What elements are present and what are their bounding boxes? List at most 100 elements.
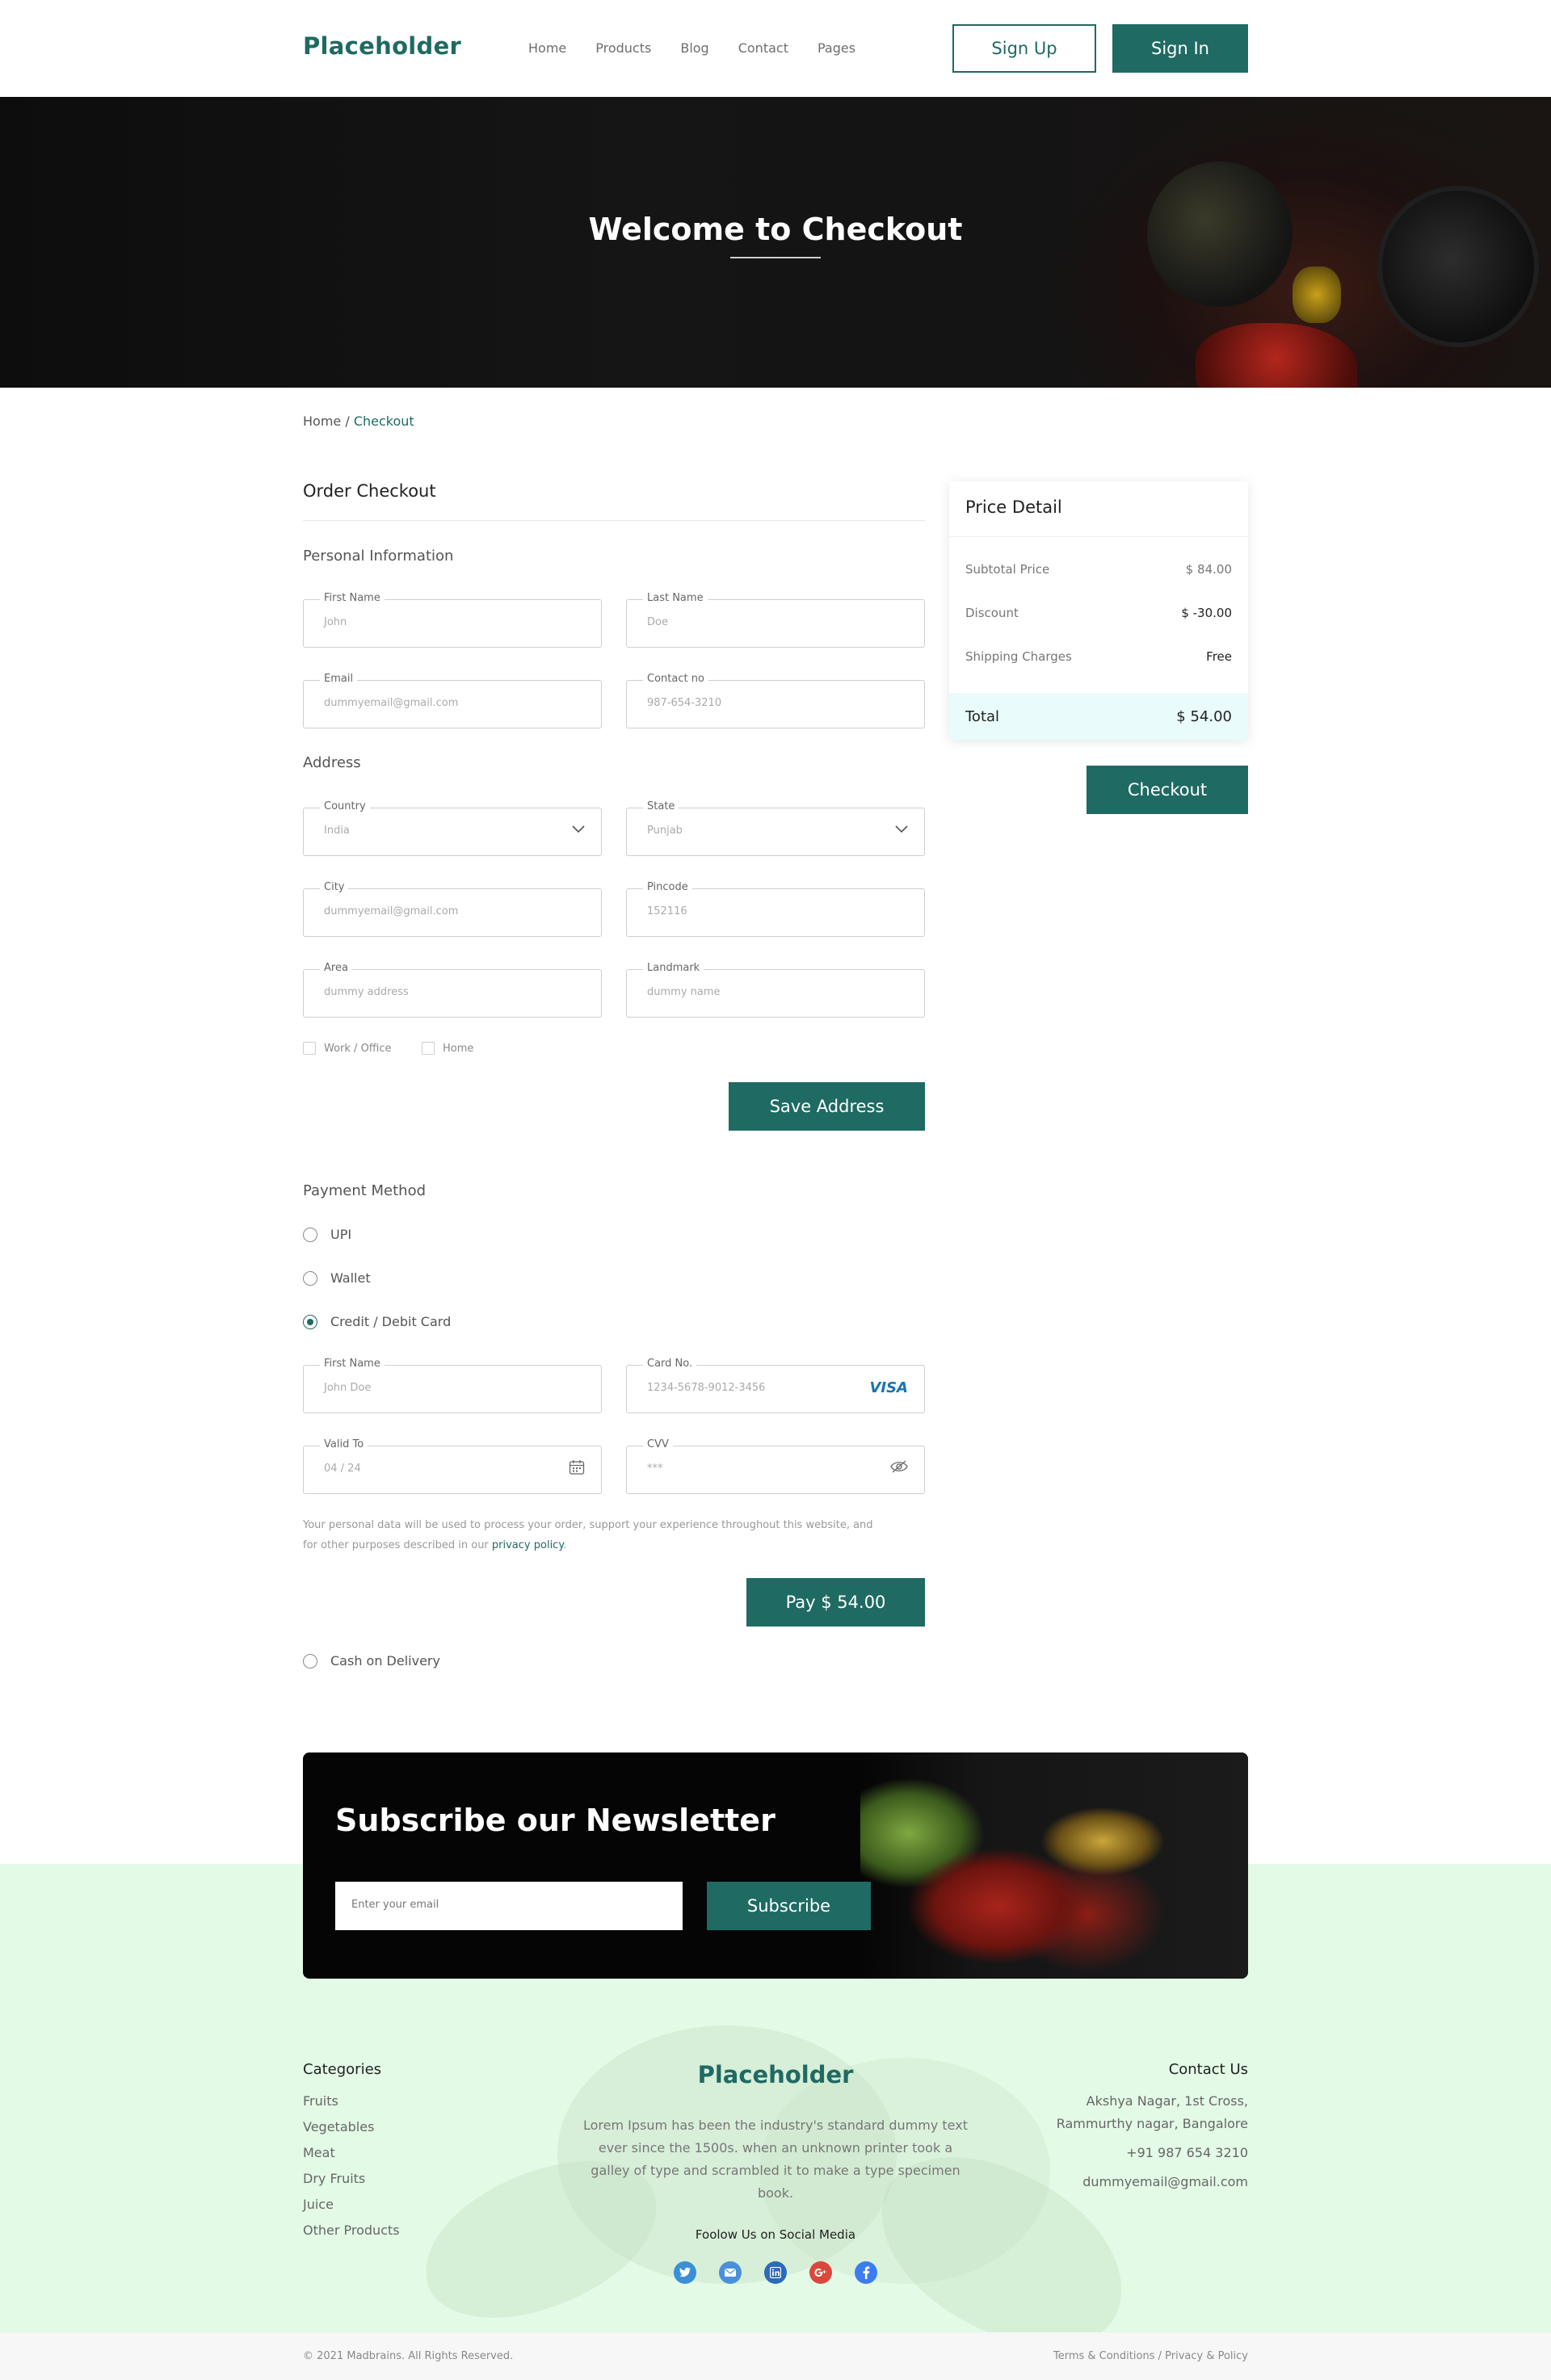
footer-phone[interactable]: +91 987 654 3210 <box>1126 2142 1248 2164</box>
google-plus-icon[interactable] <box>809 2261 832 2284</box>
checkbox-box[interactable] <box>303 1042 316 1055</box>
footer-category-link[interactable]: Vegetables <box>303 2119 374 2134</box>
last-name-label: Last Name <box>643 592 708 604</box>
card-holder-field[interactable]: First Name John Doe <box>303 1358 602 1413</box>
price-row-value: $ 84.00 <box>1185 562 1232 577</box>
payment-upi-radio[interactable]: UPI <box>303 1227 351 1242</box>
price-total-label: Total <box>965 707 1000 725</box>
area-field[interactable]: Area dummy address <box>303 962 602 1018</box>
footer-address: Akshya Nagar, 1st Cross, Rammurthy nagar… <box>1057 2090 1248 2135</box>
country-select[interactable]: Country India <box>303 800 602 856</box>
checkbox-box[interactable] <box>422 1042 435 1055</box>
pincode-field[interactable]: Pincode 152116 <box>626 881 925 937</box>
sign-up-button[interactable]: Sign Up <box>952 24 1096 73</box>
first-name-field[interactable]: First Name John <box>303 592 602 648</box>
first-name-label: First Name <box>320 592 385 604</box>
nav-home[interactable]: Home <box>528 40 566 56</box>
checkout-button[interactable]: Checkout <box>1087 766 1248 814</box>
privacy-link[interactable]: Privacy & Policy <box>1165 2350 1248 2362</box>
subscribe-button[interactable]: Subscribe <box>707 1882 871 1930</box>
privacy-policy-link[interactable]: privacy policy <box>492 1539 563 1551</box>
nav-products[interactable]: Products <box>595 40 651 56</box>
eye-off-icon[interactable] <box>890 1459 908 1477</box>
radio-dot[interactable] <box>303 1227 317 1242</box>
footer-category-link[interactable]: Dry Fruits <box>303 2171 365 2186</box>
area-placeholder: dummy address <box>324 986 409 998</box>
radio-dot[interactable] <box>303 1653 317 1669</box>
privacy-notice-line2: for other purposes described in our <box>303 1539 492 1551</box>
site-logo[interactable]: Placeholder <box>303 32 461 60</box>
nav-pages[interactable]: Pages <box>818 40 855 56</box>
payment-cod-radio[interactable]: Cash on Delivery <box>303 1653 440 1669</box>
divider <box>949 536 1248 537</box>
radio-dot-selected[interactable] <box>303 1314 317 1329</box>
divider <box>303 520 925 521</box>
legal-separator: / <box>1154 2350 1166 2362</box>
contact-label: Contact no <box>643 673 708 685</box>
newsletter-email-input[interactable]: Enter your email <box>335 1882 683 1930</box>
newsletter-email-placeholder: Enter your email <box>351 1899 439 1911</box>
hero-underline <box>730 257 821 258</box>
address-title: Address <box>303 754 361 771</box>
hero-decor <box>1196 323 1357 388</box>
landmark-placeholder: dummy name <box>647 986 721 998</box>
site-header: Placeholder Home Products Blog Contact P… <box>0 0 1551 97</box>
facebook-icon[interactable] <box>855 2261 877 2284</box>
payment-card-label: Credit / Debit Card <box>330 1314 452 1329</box>
valid-to-field[interactable]: Valid To 04 / 24 <box>303 1438 602 1494</box>
state-select[interactable]: State Punjab <box>626 800 925 856</box>
country-label: Country <box>320 800 370 812</box>
city-label: City <box>320 881 349 893</box>
state-value: Punjab <box>647 825 683 837</box>
footer-logo[interactable]: Placeholder <box>0 2061 1551 2088</box>
privacy-notice-line1: Your personal data will be used to proce… <box>303 1519 873 1531</box>
pay-button[interactable]: Pay $ 54.00 <box>746 1578 925 1627</box>
last-name-field[interactable]: Last Name Doe <box>626 592 925 648</box>
country-value: India <box>324 825 350 837</box>
email-label: Email <box>320 673 358 685</box>
mail-icon[interactable] <box>719 2261 742 2284</box>
visa-logo-icon: VISA <box>869 1379 908 1396</box>
contact-field[interactable]: Contact no 987-654-3210 <box>626 673 925 728</box>
work-office-checkbox[interactable]: Work / Office <box>303 1042 392 1055</box>
valid-to-placeholder: 04 / 24 <box>324 1463 361 1475</box>
sign-in-button[interactable]: Sign In <box>1112 24 1248 73</box>
chevron-down-icon <box>572 821 585 837</box>
terms-link[interactable]: Terms & Conditions <box>1053 2350 1155 2362</box>
home-checkbox[interactable]: Home <box>422 1042 473 1055</box>
work-office-label: Work / Office <box>324 1042 392 1055</box>
footer-description: Lorem Ipsum has been the industry's stan… <box>583 2118 968 2201</box>
price-row-value: Free <box>1206 649 1232 664</box>
cvv-placeholder: *** <box>647 1463 663 1475</box>
radio-dot[interactable] <box>303 1270 317 1286</box>
footer-category-link[interactable]: Meat <box>303 2145 335 2160</box>
city-field[interactable]: City dummyemail@gmail.com <box>303 881 602 937</box>
email-field[interactable]: Email dummyemail@gmail.com <box>303 673 602 728</box>
card-number-field[interactable]: Card No. 1234-5678-9012-3456 VISA <box>626 1358 925 1413</box>
price-row-label: Discount <box>965 606 1019 620</box>
landmark-field[interactable]: Landmark dummy name <box>626 962 925 1018</box>
price-total-value: $ 54.00 <box>1176 707 1232 725</box>
pincode-placeholder: 152116 <box>647 905 687 917</box>
calendar-icon[interactable] <box>569 1459 585 1479</box>
nav-contact[interactable]: Contact <box>738 40 788 56</box>
price-detail-title: Price Detail <box>965 497 1062 517</box>
area-label: Area <box>320 962 352 974</box>
footer-category-link[interactable]: Juice <box>303 2197 334 2212</box>
cvv-field[interactable]: CVV *** <box>626 1438 925 1494</box>
payment-wallet-label: Wallet <box>330 1270 371 1286</box>
hero-title: Welcome to Checkout <box>588 212 963 247</box>
footer-category-link[interactable]: Fruits <box>303 2093 338 2109</box>
nav-blog[interactable]: Blog <box>680 40 708 56</box>
breadcrumb-home[interactable]: Home <box>303 413 341 429</box>
price-row-subtotal: Subtotal Price $ 84.00 <box>965 562 1232 577</box>
payment-card-radio[interactable]: Credit / Debit Card <box>303 1314 451 1329</box>
footer-email[interactable]: dummyemail@gmail.com <box>1082 2171 1248 2193</box>
save-address-button[interactable]: Save Address <box>729 1082 925 1131</box>
twitter-icon[interactable] <box>674 2261 696 2284</box>
linkedin-icon[interactable] <box>764 2261 787 2284</box>
card-number-label: Card No. <box>643 1358 697 1370</box>
valid-to-label: Valid To <box>320 1438 368 1450</box>
order-checkout-title: Order Checkout <box>303 481 436 501</box>
payment-wallet-radio[interactable]: Wallet <box>303 1270 371 1286</box>
